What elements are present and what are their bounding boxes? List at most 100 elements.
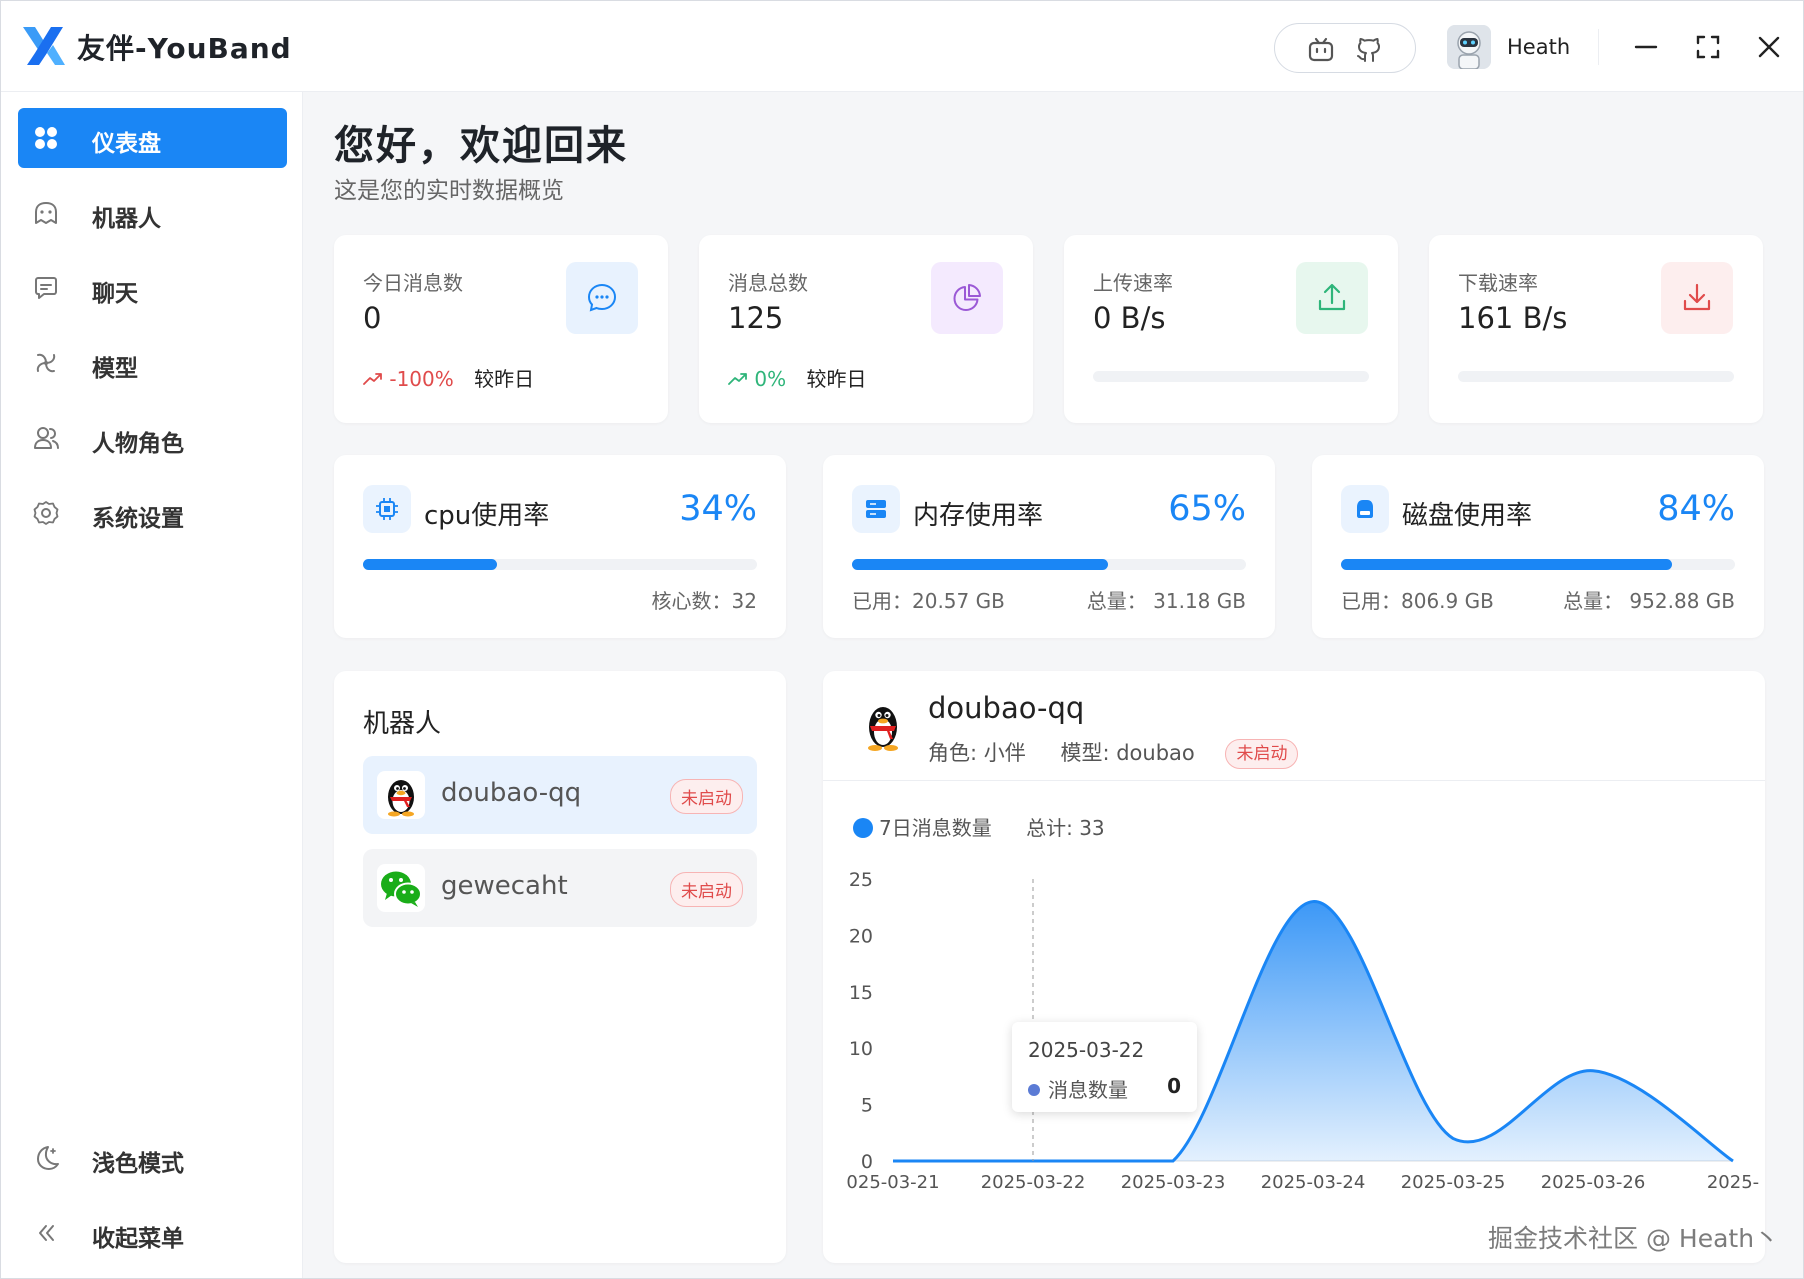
model-value: doubao (1116, 741, 1195, 765)
trend-value: 0% (754, 367, 787, 391)
resource-progress-track (852, 559, 1246, 570)
sidebar-item-model[interactable]: 模型 (18, 333, 287, 393)
resource-title: cpu使用率 (424, 501, 550, 531)
resource-foot-right: 核心数：32 (651, 589, 757, 613)
sidebar-item-label: 模型 (92, 356, 138, 382)
upload-speed-bar (1093, 371, 1369, 382)
res-icon-box (1341, 485, 1389, 533)
role-label: 角色: (928, 741, 984, 765)
resource-progress-track (363, 559, 757, 570)
qq-penguin-icon (868, 707, 898, 751)
github-icon[interactable] (1355, 36, 1383, 64)
resource-foot-right: 总量： 31.18 GB (1086, 589, 1246, 613)
stat-trend: 0% 较昨日 (728, 363, 866, 392)
robot-list-card: 机器人 doubao-qq 未启动 gewecaht 未启动 (334, 671, 786, 1263)
page-subtitle: 这是您的实时数据概览 (334, 178, 564, 204)
fullscreen-icon[interactable] (1690, 29, 1726, 65)
robot-detail-name: doubao-qq (928, 691, 1085, 725)
resource-title: 内存使用率 (913, 501, 1044, 531)
sidebar-item-label: 机器人 (92, 206, 161, 232)
detail-divider (823, 780, 1765, 781)
tooltip-date: 2025-03-22 (1028, 1038, 1145, 1062)
robot-avatar (377, 864, 425, 912)
resource-percent: 34% (679, 489, 757, 529)
resource-foot-left: 已用：806.9 GB (1341, 589, 1494, 613)
cpu-icon (376, 498, 398, 520)
tooltip-series: 消息数量 (1028, 1074, 1128, 1103)
app-window: 友伴-YouBand Heath 仪表盘 机器人 聊天 模型 人物角色 系统设置… (0, 0, 1804, 1279)
resource-card-memory: 内存使用率 65% 已用：20.57 GB 总量： 31.18 GB (823, 455, 1275, 638)
sidebar-item-persona[interactable]: 人物角色 (18, 408, 287, 468)
robot-avatar (377, 771, 425, 819)
status-badge: 未启动 (670, 779, 743, 814)
resource-progress-track (1341, 559, 1735, 570)
robot-icon (35, 202, 57, 224)
robot-list-item[interactable]: gewecaht 未启动 (363, 849, 757, 927)
titlebar-divider (1598, 29, 1599, 65)
trend-value: -100% (389, 367, 454, 391)
chart-legend[interactable]: 7日消息数量 总计: 33 (853, 812, 1105, 841)
stat-label: 今日消息数 (363, 271, 463, 295)
bilibili-icon[interactable] (1307, 36, 1335, 64)
robot-list-item[interactable]: doubao-qq 未启动 (363, 756, 757, 834)
stat-card-today-messages: 今日消息数 0 -100% 较昨日 (334, 235, 668, 423)
stat-value: 161 B/s (1458, 301, 1568, 335)
resource-progress-fill (1341, 559, 1672, 570)
stat-trend: -100% 较昨日 (363, 363, 534, 392)
trend-suffix: 较昨日 (474, 367, 535, 391)
resource-foot-left: 已用：20.57 GB (852, 589, 1005, 613)
app-logo-icon (23, 27, 65, 65)
res-icon-box (852, 485, 900, 533)
role-value: 小伴 (983, 741, 1026, 765)
sidebar-item-label: 人物角色 (92, 431, 184, 457)
stat-card-total-messages: 消息总数 125 0% 较昨日 (699, 235, 1033, 423)
sidebar-item-dashboard[interactable]: 仪表盘 (18, 108, 287, 168)
persona-icon (34, 427, 59, 449)
theme-toggle-label: 浅色模式 (92, 1151, 184, 1177)
sidebar-item-label: 系统设置 (92, 506, 184, 532)
stat-card-upload-speed: 上传速率 0 B/s (1064, 235, 1398, 423)
legend-dot (853, 818, 873, 838)
quick-links (1274, 23, 1416, 73)
resource-title: 磁盘使用率 (1402, 501, 1533, 531)
collapse-menu-button[interactable]: 收起菜单 (18, 1203, 287, 1263)
stat-icon-box (566, 262, 638, 334)
qq-penguin-icon (388, 780, 414, 817)
collapse-menu-label: 收起菜单 (92, 1226, 184, 1252)
resource-percent: 65% (1168, 489, 1246, 529)
trend-suffix: 较昨日 (806, 367, 867, 391)
stat-value: 0 (363, 301, 382, 335)
user-avatar[interactable] (1447, 25, 1491, 69)
download-speed-bar (1458, 371, 1734, 382)
page-title: 您好，欢迎回来 (334, 123, 628, 169)
resource-progress-fill (852, 559, 1109, 570)
download-icon (1683, 283, 1711, 311)
status-badge: 未启动 (1225, 739, 1299, 769)
double-chevron-left-icon (39, 1225, 54, 1241)
memory-icon (866, 500, 886, 518)
upload-icon (1318, 283, 1346, 311)
close-icon[interactable] (1751, 29, 1787, 65)
trend-up-icon (728, 373, 747, 385)
sidebar-item-label: 仪表盘 (92, 131, 161, 157)
minimize-icon[interactable] (1628, 29, 1664, 65)
stat-value: 125 (728, 301, 784, 335)
theme-toggle[interactable]: 浅色模式 (18, 1128, 287, 1188)
sidebar-item-chat[interactable]: 聊天 (18, 258, 287, 318)
sidebar-item-robot[interactable]: 机器人 (18, 183, 287, 243)
stat-label: 上传速率 (1093, 271, 1173, 295)
tooltip-dot (1028, 1084, 1040, 1096)
chat-icon (35, 277, 57, 299)
resource-percent: 84% (1657, 489, 1735, 529)
sidebar-item-settings[interactable]: 系统设置 (18, 483, 287, 543)
disk-icon (1357, 500, 1373, 518)
user-name[interactable]: Heath (1507, 35, 1570, 59)
robot-detail-card: doubao-qq 角色: 小伴 模型: doubao 未启动 7日消息数量 总… (823, 671, 1765, 1263)
legend-label: 7日消息数量 (879, 816, 992, 840)
wechat-icon (381, 871, 422, 907)
status-badge: 未启动 (670, 872, 743, 907)
tooltip-value: 0 (1167, 1074, 1181, 1098)
resource-card-disk: 磁盘使用率 84% 已用：806.9 GB 总量： 952.88 GB (1312, 455, 1764, 638)
resource-card-cpu: cpu使用率 34% 核心数：32 (334, 455, 786, 638)
watermark: 掘金技术社区 @ Heath丶 (1488, 1224, 1780, 1253)
